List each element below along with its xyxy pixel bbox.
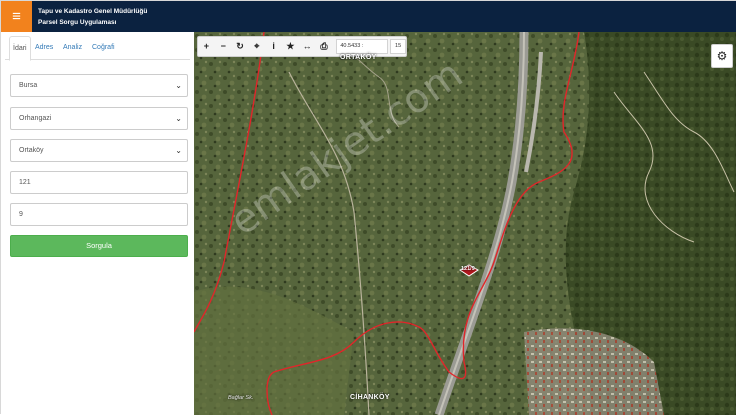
- refresh-icon[interactable]: ↻: [232, 37, 249, 56]
- ada-input[interactable]: 121: [10, 171, 188, 194]
- menu-button[interactable]: ≡: [1, 1, 32, 32]
- tab-bar: İdari Adres Analiz Coğrafi: [5, 36, 190, 61]
- chevron-down-icon: ⌄: [175, 114, 182, 123]
- star-icon[interactable]: ★: [282, 37, 299, 56]
- mahalle-select-value: Ortaköy: [19, 147, 44, 154]
- ilce-select[interactable]: Orhangazi ⌄: [10, 107, 188, 130]
- tab-idari[interactable]: İdari: [9, 36, 31, 61]
- query-panel: İdari Adres Analiz Coğrafi Bursa ⌄ Orhan…: [1, 32, 194, 415]
- chevron-down-icon: ⌄: [175, 81, 182, 90]
- place-label-cihankoy: CİHANKÖY: [350, 394, 390, 401]
- app-title-line1: Tapu ve Kadastro Genel Müdürlüğü: [38, 8, 148, 15]
- parcel-label: 121/9: [461, 266, 475, 272]
- map-view[interactable]: emlakjet.com + − ↻ ⌖ i ★ ↔ ⎙ 40.5433 : 2…: [194, 32, 736, 415]
- parsel-input-value: 9: [19, 211, 23, 218]
- app-title-line2: Parsel Sorgu Uygulaması: [38, 19, 117, 26]
- header-bar: ≡ Tapu ve Kadastro Genel Müdürlüğü Parse…: [1, 1, 736, 32]
- sorgula-button[interactable]: Sorgula: [10, 235, 188, 257]
- ada-input-value: 121: [19, 179, 31, 186]
- il-select-value: Bursa: [19, 82, 38, 89]
- plus-icon[interactable]: +: [198, 37, 215, 56]
- tab-analiz[interactable]: Analiz: [63, 36, 82, 60]
- tab-cografi[interactable]: Coğrafi: [92, 36, 115, 60]
- settings-button[interactable]: ⚙: [711, 44, 733, 68]
- info-icon[interactable]: i: [265, 37, 282, 56]
- hamburger-icon: ≡: [12, 8, 21, 25]
- locate-icon[interactable]: ⌖: [248, 37, 265, 56]
- il-select[interactable]: Bursa ⌄: [10, 74, 188, 97]
- coordinate-display: 40.5433 : 29.3427: [336, 39, 389, 62]
- measure-icon[interactable]: ↔: [299, 37, 316, 56]
- zoom-level: 15: [390, 39, 407, 54]
- app-title: Tapu ve Kadastro Genel Müdürlüğü Parsel …: [38, 6, 147, 28]
- ilce-select-value: Orhangazi: [19, 115, 52, 122]
- app-window: ≡ Tapu ve Kadastro Genel Müdürlüğü Parse…: [0, 0, 736, 415]
- tab-adres[interactable]: Adres: [35, 36, 53, 60]
- chevron-down-icon: ⌄: [175, 146, 182, 155]
- minus-icon[interactable]: −: [215, 37, 232, 56]
- gear-icon: ⚙: [716, 49, 728, 63]
- mahalle-select[interactable]: Ortaköy ⌄: [10, 139, 188, 162]
- place-label-ortakoy: ORTAKÖY: [340, 54, 377, 61]
- parsel-input[interactable]: 9: [10, 203, 188, 226]
- road-label: Bağlar Sk.: [228, 395, 254, 401]
- print-icon[interactable]: ⎙: [316, 37, 333, 56]
